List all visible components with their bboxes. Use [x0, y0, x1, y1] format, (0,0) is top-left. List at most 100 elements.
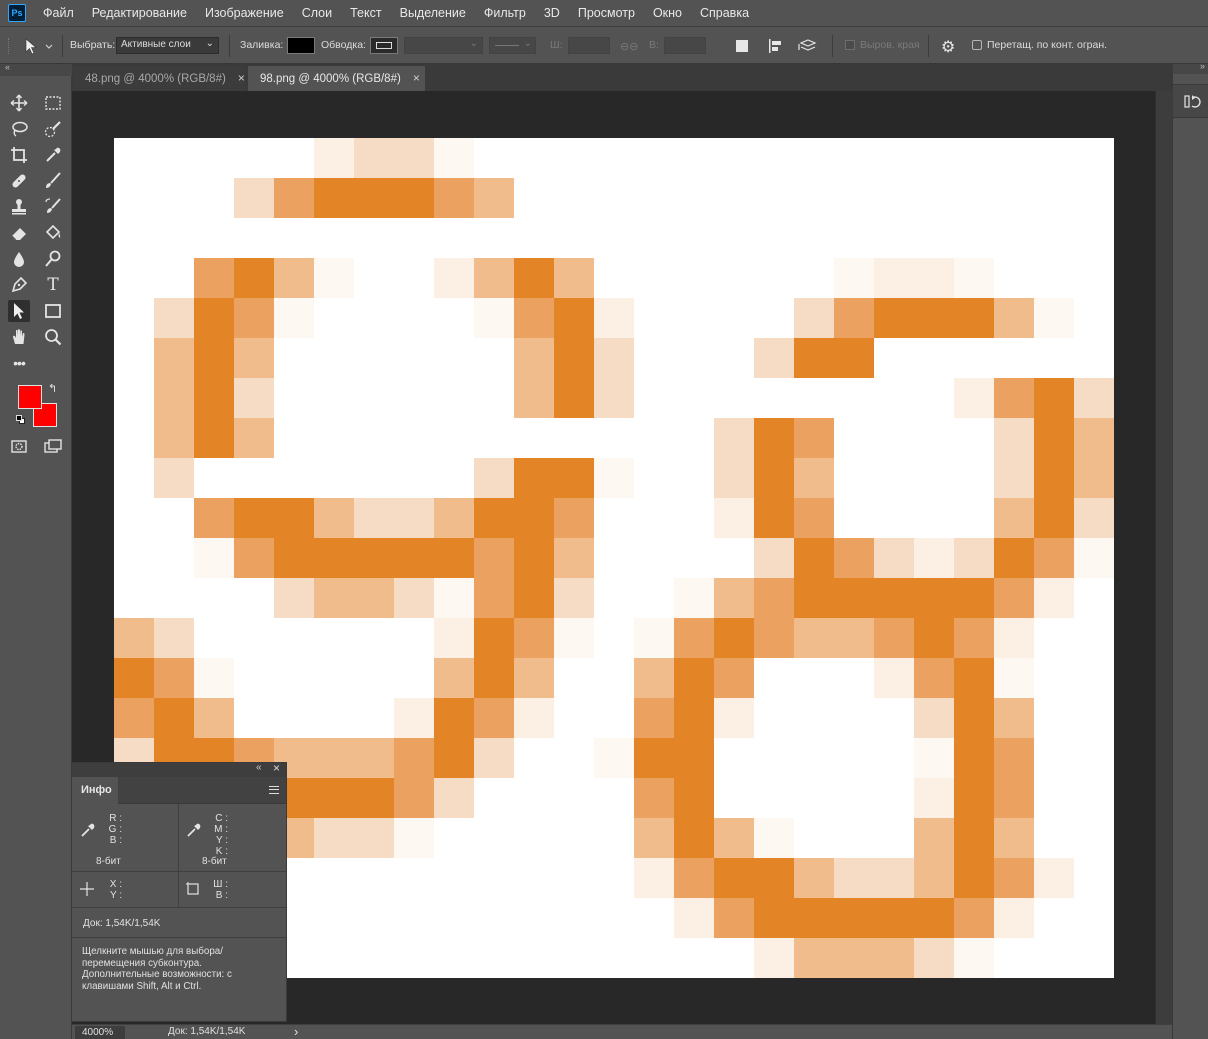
x-label: X : — [109, 879, 122, 890]
select-dropdown[interactable]: Активные слои ⌄ — [116, 37, 219, 54]
canvas-pixel — [994, 898, 1034, 938]
canvas-pixel — [634, 858, 674, 898]
tool-hint-text: Щелкните мышью для выбора/перемещения су… — [82, 946, 232, 992]
menu-layers[interactable]: Слои — [293, 0, 341, 26]
info-panel-titlebar[interactable]: « × — [72, 761, 286, 777]
dodge-icon[interactable] — [42, 248, 64, 270]
canvas-pixel — [674, 658, 714, 698]
vertical-scrollbar[interactable] — [1155, 91, 1172, 1024]
menu-type[interactable]: Текст — [341, 0, 390, 26]
link-icon[interactable]: ⊖⊖ — [620, 40, 638, 53]
history-panel-button[interactable] — [1173, 84, 1208, 118]
canvas-pixel — [194, 698, 234, 738]
stroke-width-field[interactable]: ⌄ — [404, 37, 483, 54]
canvas-pixel — [954, 898, 994, 938]
rectangle-icon[interactable] — [42, 300, 64, 322]
zoom-icon[interactable] — [42, 326, 64, 348]
screen-mode-icon[interactable] — [42, 435, 64, 457]
canvas-pixel — [554, 498, 594, 538]
info-panel-tabrow: Инфо — [72, 777, 286, 805]
panel-menu-icon[interactable] — [269, 786, 279, 794]
canvas-pixel — [474, 738, 514, 778]
collapse-panel-icon[interactable]: « — [256, 762, 262, 773]
history-brush-icon[interactable] — [42, 196, 64, 218]
type-icon[interactable]: T — [42, 274, 64, 296]
canvas-pixel — [354, 818, 394, 858]
swap-colors-icon[interactable]: ↰ — [48, 382, 57, 395]
tool-preset-picker[interactable] — [22, 37, 56, 55]
canvas-pixel — [274, 498, 314, 538]
more-tools-icon[interactable]: ••• — [8, 352, 30, 374]
canvas-pixel — [914, 858, 954, 898]
lasso-icon[interactable] — [8, 118, 30, 140]
hand-icon[interactable] — [8, 326, 30, 348]
brush-icon[interactable] — [42, 170, 64, 192]
quick-select-icon[interactable] — [42, 118, 64, 140]
menu-edit[interactable]: Редактирование — [83, 0, 196, 26]
doc-size-status[interactable]: Док: 1,54K/1,54K — [168, 1025, 245, 1039]
eyedropper-icon[interactable] — [42, 144, 64, 166]
expand-icon[interactable]: » — [1200, 61, 1205, 71]
tab-info[interactable]: Инфо — [72, 777, 118, 805]
stroke-type-field[interactable]: ⌄ — [489, 37, 536, 54]
quick-mask-icon[interactable] — [8, 435, 30, 457]
canvas-pixel — [1034, 458, 1074, 498]
path-select-icon[interactable] — [8, 300, 30, 322]
width-field[interactable] — [568, 37, 610, 54]
canvas-pixel — [714, 418, 754, 458]
canvas-pixel — [594, 338, 634, 378]
canvas-pixel — [714, 658, 754, 698]
status-menu-arrow-icon[interactable]: › — [294, 1024, 298, 1039]
stamp-icon[interactable] — [8, 196, 30, 218]
path-operations-icon[interactable] — [736, 40, 748, 52]
crop-icon[interactable] — [8, 144, 30, 166]
canvas-pixel — [874, 258, 914, 298]
blur-icon[interactable] — [8, 248, 30, 270]
gear-icon[interactable]: ⚙ — [941, 37, 955, 57]
chevron-down-icon: ⌄ — [205, 38, 214, 49]
menu-select[interactable]: Выделение — [391, 0, 475, 26]
tab-98-png[interactable]: 98.png @ 4000% (RGB/8#) × — [248, 66, 425, 91]
eraser-icon[interactable] — [8, 222, 30, 244]
tab-48-png[interactable]: 48.png @ 4000% (RGB/8#) × — [73, 66, 245, 91]
align-edges-checkbox[interactable] — [845, 40, 855, 50]
close-icon[interactable]: × — [413, 71, 420, 85]
eyedropper-icon — [80, 822, 96, 841]
path-arrangement-icon[interactable] — [798, 38, 818, 57]
canvas-pixel — [994, 298, 1034, 338]
canvas-pixel — [394, 498, 434, 538]
menu-window[interactable]: Окно — [644, 0, 691, 26]
menu-image[interactable]: Изображение — [196, 0, 293, 26]
menu-help[interactable]: Справка — [691, 0, 758, 26]
foreground-color-swatch[interactable] — [18, 385, 42, 409]
menu-filter[interactable]: Фильтр — [475, 0, 535, 26]
drag-constrain-checkbox[interactable] — [972, 40, 982, 50]
canvas-pixel — [874, 898, 914, 938]
healing-icon[interactable] — [8, 170, 30, 192]
pen-icon[interactable] — [8, 274, 30, 296]
canvas-pixel — [954, 578, 994, 618]
canvas-pixel — [834, 258, 874, 298]
canvas-pixel — [394, 778, 434, 818]
default-colors-icon[interactable] — [16, 415, 25, 424]
menu-file[interactable]: Файл — [34, 0, 83, 26]
move-icon[interactable] — [8, 92, 30, 114]
canvas-pixel — [434, 178, 474, 218]
canvas-pixel — [634, 698, 674, 738]
paint-bucket-icon[interactable] — [42, 222, 64, 244]
menu-3d[interactable]: 3D — [535, 0, 569, 26]
stroke-swatch[interactable] — [370, 37, 398, 54]
canvas-pixel — [194, 378, 234, 418]
marquee-icon[interactable] — [42, 92, 64, 114]
close-icon[interactable]: × — [238, 71, 245, 85]
collapse-icon[interactable]: « — [5, 62, 10, 72]
canvas-pixel — [474, 498, 514, 538]
menu-view[interactable]: Просмотр — [569, 0, 644, 26]
canvas-pixel — [834, 618, 874, 658]
height-field[interactable] — [664, 37, 706, 54]
path-alignment-icon[interactable] — [768, 38, 784, 57]
fill-swatch[interactable] — [287, 37, 315, 54]
zoom-level-field[interactable]: 4000% — [75, 1026, 125, 1039]
canvas-pixel — [354, 498, 394, 538]
close-icon[interactable]: × — [273, 761, 280, 775]
